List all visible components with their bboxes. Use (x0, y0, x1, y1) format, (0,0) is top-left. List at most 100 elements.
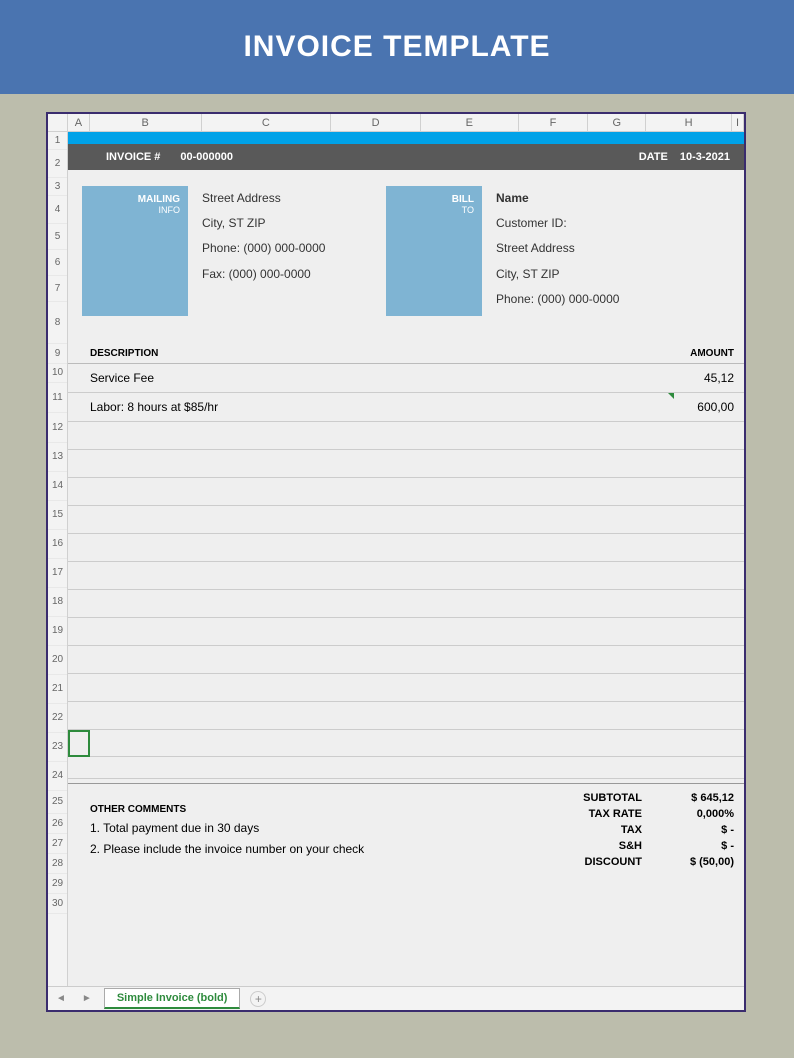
row-header[interactable]: 23 (48, 733, 67, 762)
mailing-title: MAILING (82, 194, 180, 205)
mailing-sub: INFO (82, 205, 180, 215)
add-sheet-icon[interactable]: + (250, 991, 266, 1007)
row-header[interactable]: 21 (48, 675, 67, 704)
comments-block: OTHER COMMENTS 1. Total payment due in 3… (90, 790, 534, 870)
row-header[interactable]: 13 (48, 443, 67, 472)
row-header[interactable]: 9 (48, 344, 67, 364)
row-header[interactable]: 17 (48, 559, 67, 588)
col-header[interactable]: E (421, 114, 519, 131)
mailing-line: Fax: (000) 000-0000 (202, 262, 372, 287)
total-value: $ - (654, 824, 734, 836)
row-header[interactable]: 29 (48, 874, 67, 894)
mailing-info-box: MAILING INFO (82, 186, 188, 316)
row-header[interactable]: 24 (48, 762, 67, 791)
row-header[interactable]: 3 (48, 178, 67, 196)
billto-line: Phone: (000) 000-0000 (496, 287, 730, 312)
col-header[interactable]: D (331, 114, 421, 131)
total-label: S&H (534, 840, 654, 852)
empty-row[interactable] (68, 562, 744, 590)
empty-row[interactable] (68, 506, 744, 534)
grid-area: 1 2 3 4 5 6 7 8 9 10 11 12 13 14 15 16 1… (48, 132, 744, 986)
empty-row[interactable] (68, 646, 744, 674)
cell-indicator-icon (668, 393, 674, 399)
billto-sub: TO (386, 205, 474, 215)
mailing-line: City, ST ZIP (202, 211, 372, 236)
spreadsheet-frame: A B C D E F G H I 1 2 3 4 5 6 7 8 9 10 1… (46, 112, 746, 1012)
column-headers: A B C D E F G H I (48, 114, 744, 132)
row-header[interactable]: 1 (48, 132, 67, 150)
totals-block: SUBTOTAL$ 645,12 TAX RATE0,000% TAX$ - S… (534, 790, 734, 870)
row-header[interactable]: 4 (48, 196, 67, 224)
corner-cell[interactable] (48, 114, 68, 131)
empty-row[interactable] (68, 534, 744, 562)
row-header[interactable]: 20 (48, 646, 67, 675)
row-header[interactable]: 27 (48, 834, 67, 854)
col-header[interactable]: A (68, 114, 90, 131)
row-header[interactable]: 2 (48, 150, 67, 178)
mailing-lines: Street Address City, ST ZIP Phone: (000)… (202, 186, 372, 316)
billto-line: Name (496, 186, 730, 211)
total-row: DISCOUNT$ (50,00) (534, 854, 734, 870)
date-label: DATE (639, 151, 668, 163)
invoice-number-label: INVOICE # (106, 151, 160, 163)
amount-label: AMOUNT (690, 348, 734, 359)
col-header[interactable]: H (646, 114, 732, 131)
date-value: 10-3-2021 (680, 151, 730, 163)
empty-row[interactable] (68, 730, 744, 757)
col-header[interactable]: B (90, 114, 202, 131)
comment-line: 1. Total payment due in 30 days (90, 821, 534, 835)
row-header[interactable]: 8 (48, 302, 67, 344)
row-header[interactable]: 12 (48, 413, 67, 443)
banner-title: INVOICE TEMPLATE (243, 30, 550, 63)
empty-row[interactable] (68, 590, 744, 618)
row-header[interactable]: 30 (48, 894, 67, 914)
row-header[interactable]: 16 (48, 530, 67, 559)
row-header[interactable]: 7 (48, 276, 67, 302)
billto-line: Street Address (496, 236, 730, 261)
col-header[interactable]: I (732, 114, 744, 131)
row-header[interactable]: 10 (48, 364, 67, 383)
row-header[interactable]: 6 (48, 250, 67, 276)
row-headers: 1 2 3 4 5 6 7 8 9 10 11 12 13 14 15 16 1… (48, 132, 68, 986)
sheet-tab-active[interactable]: Simple Invoice (bold) (104, 988, 241, 1009)
tab-nav-next-icon[interactable]: ► (74, 993, 100, 1004)
row-header[interactable]: 22 (48, 704, 67, 733)
billto-line: City, ST ZIP (496, 262, 730, 287)
sheet-tabs: ◄ ► Simple Invoice (bold) + (48, 986, 744, 1010)
row-header[interactable]: 5 (48, 224, 67, 250)
col-header[interactable]: C (202, 114, 332, 131)
tab-nav-prev-icon[interactable]: ◄ (48, 993, 74, 1004)
item-amount: 600,00 (697, 400, 734, 414)
row-header[interactable]: 18 (48, 588, 67, 617)
page-banner: INVOICE TEMPLATE (0, 0, 794, 94)
line-item[interactable]: Service Fee 45,12 (68, 364, 744, 393)
billto-lines: Name Customer ID: Street Address City, S… (496, 186, 730, 316)
empty-row[interactable] (68, 757, 744, 779)
sheet-content[interactable]: INVOICE # 00-000000 DATE 10-3-2021 MAILI… (68, 132, 744, 986)
mailing-line: Phone: (000) 000-0000 (202, 236, 372, 261)
empty-row[interactable] (68, 702, 744, 730)
row-header[interactable]: 26 (48, 814, 67, 834)
total-label: TAX RATE (534, 808, 654, 820)
empty-row[interactable] (68, 478, 744, 506)
empty-row[interactable] (68, 422, 744, 450)
billto-line: Customer ID: (496, 211, 730, 236)
invoice-number-value: 00-000000 (180, 151, 233, 163)
total-value: $ - (654, 840, 734, 852)
total-row: TAX$ - (534, 822, 734, 838)
row-header[interactable]: 19 (48, 617, 67, 646)
row-header[interactable]: 11 (48, 383, 67, 413)
total-label: SUBTOTAL (534, 792, 654, 804)
row-header[interactable]: 15 (48, 501, 67, 530)
row-header[interactable]: 28 (48, 854, 67, 874)
row-header[interactable]: 14 (48, 472, 67, 501)
empty-row[interactable] (68, 450, 744, 478)
col-header[interactable]: G (588, 114, 646, 131)
comment-line: 2. Please include the invoice number on … (90, 842, 534, 856)
row-header[interactable]: 25 (48, 791, 67, 814)
total-label: DISCOUNT (534, 856, 654, 868)
line-item[interactable]: Labor: 8 hours at $85/hr 600,00 (68, 393, 744, 422)
col-header[interactable]: F (519, 114, 589, 131)
empty-row[interactable] (68, 618, 744, 646)
empty-row[interactable] (68, 674, 744, 702)
